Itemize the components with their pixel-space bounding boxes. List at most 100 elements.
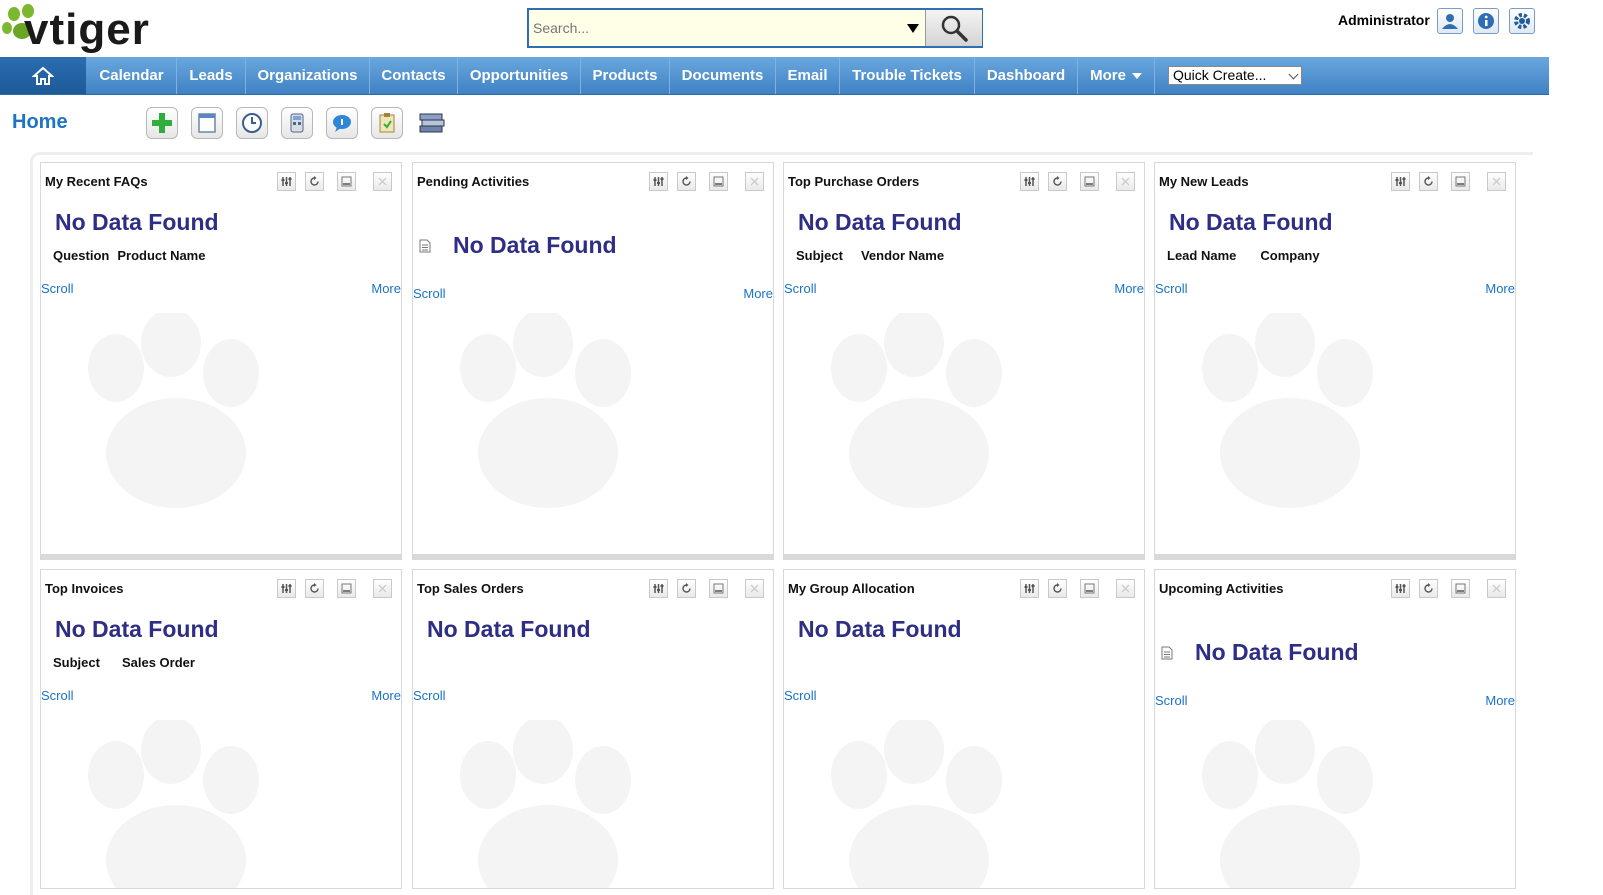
nav-opportunities[interactable]: Opportunities bbox=[458, 57, 581, 94]
widget-title: Pending Activities bbox=[417, 174, 530, 189]
widget-more-link[interactable]: More bbox=[1485, 281, 1515, 296]
add-widget-button[interactable] bbox=[146, 107, 178, 139]
widget-edit-button[interactable] bbox=[1020, 579, 1039, 598]
widget-close-button[interactable] bbox=[373, 579, 392, 598]
nav-calendar[interactable]: Calendar bbox=[87, 57, 177, 94]
widget-more-link[interactable]: More bbox=[371, 688, 401, 703]
nav-email[interactable]: Email bbox=[776, 57, 840, 94]
refresh-icon bbox=[1424, 583, 1433, 593]
search-dropdown-icon[interactable] bbox=[901, 10, 925, 46]
widget-refresh-button[interactable] bbox=[1048, 579, 1067, 598]
widget-minimize-button[interactable] bbox=[1080, 172, 1099, 191]
user-profile-icon[interactable] bbox=[1437, 8, 1463, 34]
widget-close-button[interactable] bbox=[1116, 172, 1135, 191]
widget-columns: Subject Sales Order bbox=[53, 655, 217, 670]
main-nav: Calendar Leads Organizations Contacts Op… bbox=[0, 57, 1549, 95]
widget-tools bbox=[1391, 579, 1509, 599]
widget-edit-button[interactable] bbox=[1391, 579, 1410, 598]
widget-minimize-button[interactable] bbox=[709, 172, 728, 191]
quick-create-select[interactable]: Quick Create... bbox=[1168, 66, 1302, 85]
sliders-icon bbox=[653, 177, 664, 186]
widget-edit-button[interactable] bbox=[1391, 172, 1410, 191]
widget-upcoming-activities: Upcoming Activities No Data Found Scroll Mo… bbox=[1154, 569, 1516, 889]
clock-button[interactable] bbox=[236, 107, 268, 139]
settings-icon[interactable] bbox=[1509, 8, 1535, 34]
widget-refresh-button[interactable] bbox=[305, 579, 324, 598]
widget-close-button[interactable] bbox=[1116, 579, 1135, 598]
widget-top-invoices: Top Invoices No Data Found Subject Sales Or… bbox=[40, 569, 402, 889]
widget-refresh-button[interactable] bbox=[1419, 172, 1438, 191]
widget-minimize-button[interactable] bbox=[1451, 579, 1470, 598]
calculator-button[interactable] bbox=[281, 107, 313, 139]
widget-close-button[interactable] bbox=[745, 172, 764, 191]
widget-my-group-allocation: My Group Allocation No Data Found Scroll bbox=[783, 569, 1145, 889]
user-name[interactable]: Administrator bbox=[1338, 12, 1430, 28]
column-header: Subject bbox=[53, 655, 100, 670]
widget-scroll-link[interactable]: Scroll bbox=[784, 688, 817, 703]
widget-close-button[interactable] bbox=[1487, 579, 1506, 598]
widget-refresh-button[interactable] bbox=[677, 579, 696, 598]
nav-leads[interactable]: Leads bbox=[177, 57, 246, 94]
widget-tools bbox=[1020, 172, 1138, 192]
widget-minimize-button[interactable] bbox=[1080, 579, 1099, 598]
widget-more-link[interactable]: More bbox=[371, 281, 401, 296]
widget-minimize-button[interactable] bbox=[1451, 172, 1470, 191]
widget-refresh-button[interactable] bbox=[677, 172, 696, 191]
home-icon bbox=[32, 66, 54, 85]
widget-more-link[interactable]: More bbox=[1485, 693, 1515, 708]
notebook-button[interactable] bbox=[191, 107, 223, 139]
add-widget-icon bbox=[152, 113, 172, 133]
nav-documents[interactable]: Documents bbox=[670, 57, 776, 94]
nav-dashboard[interactable]: Dashboard bbox=[975, 57, 1078, 94]
widget-scroll-link[interactable]: Scroll bbox=[413, 286, 446, 301]
nav-trouble-tickets[interactable]: Trouble Tickets bbox=[840, 57, 975, 94]
widget-columns: Subject Vendor Name bbox=[796, 248, 962, 263]
widget-edit-button[interactable] bbox=[277, 172, 296, 191]
widget-scroll-link[interactable]: Scroll bbox=[1155, 693, 1188, 708]
paw-watermark-icon bbox=[71, 309, 281, 523]
widget-scroll-link[interactable]: Scroll bbox=[1155, 281, 1188, 296]
widget-scroll-link[interactable]: Scroll bbox=[413, 688, 446, 703]
search-input[interactable] bbox=[529, 10, 901, 46]
widget-minimize-button[interactable] bbox=[337, 172, 356, 191]
widget-tools bbox=[649, 579, 767, 599]
widget-scroll-link[interactable]: Scroll bbox=[41, 688, 74, 703]
quick-create-label: Quick Create... bbox=[1173, 67, 1267, 83]
sliders-icon bbox=[653, 584, 664, 593]
nav-products[interactable]: Products bbox=[581, 57, 670, 94]
widget-close-button[interactable] bbox=[1487, 172, 1506, 191]
widget-minimize-button[interactable] bbox=[337, 579, 356, 598]
widget-scroll-link[interactable]: Scroll bbox=[784, 281, 817, 296]
paw-watermark-icon bbox=[443, 716, 653, 888]
widget-close-button[interactable] bbox=[745, 579, 764, 598]
chat-button[interactable] bbox=[326, 107, 358, 139]
widget-more-link[interactable]: More bbox=[743, 286, 773, 301]
widget-edit-button[interactable] bbox=[649, 172, 668, 191]
search-button[interactable] bbox=[925, 10, 982, 46]
no-data-message: No Data Found bbox=[1169, 209, 1333, 235]
widget-scroll-link[interactable]: Scroll bbox=[41, 281, 74, 296]
home-button[interactable] bbox=[0, 57, 86, 94]
widget-refresh-button[interactable] bbox=[1048, 172, 1067, 191]
nav-organizations[interactable]: Organizations bbox=[246, 57, 370, 94]
widget-edit-button[interactable] bbox=[649, 579, 668, 598]
sliders-icon bbox=[1395, 177, 1406, 186]
widget-minimize-button[interactable] bbox=[709, 579, 728, 598]
nav-more[interactable]: More bbox=[1078, 57, 1155, 94]
widget-close-button[interactable] bbox=[373, 172, 392, 191]
stack-button[interactable] bbox=[416, 107, 448, 139]
minimize-icon bbox=[713, 583, 724, 594]
widget-title: Upcoming Activities bbox=[1159, 581, 1284, 596]
refresh-icon bbox=[1053, 583, 1062, 593]
widget-refresh-button[interactable] bbox=[305, 172, 324, 191]
nav-contacts[interactable]: Contacts bbox=[370, 57, 458, 94]
no-data-message: No Data Found bbox=[798, 616, 962, 642]
widget-edit-button[interactable] bbox=[1020, 172, 1039, 191]
widget-refresh-button[interactable] bbox=[1419, 579, 1438, 598]
vtiger-logo[interactable]: vtiger bbox=[2, 2, 207, 57]
widget-edit-button[interactable] bbox=[277, 579, 296, 598]
widget-more-link[interactable]: More bbox=[1114, 281, 1144, 296]
clipboard-button[interactable] bbox=[371, 107, 403, 139]
close-icon bbox=[1492, 584, 1501, 593]
info-icon[interactable] bbox=[1473, 8, 1499, 34]
